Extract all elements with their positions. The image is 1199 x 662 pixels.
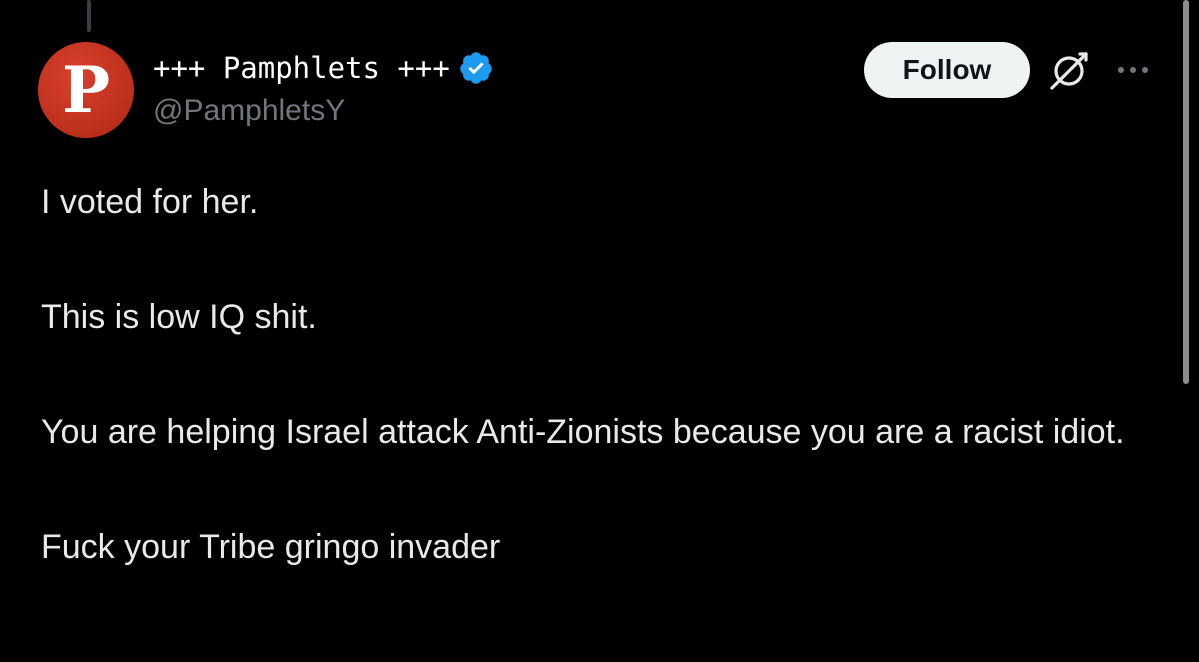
tweet-line: Fuck your Tribe gringo invader	[41, 528, 501, 566]
tweet-line: You are helping Israel attack Anti-Zioni…	[41, 413, 1125, 451]
scrollbar[interactable]	[1183, 0, 1189, 384]
avatar-letter: P	[61, 53, 111, 128]
tweet-line: This is low IQ shit.	[41, 298, 317, 336]
more-icon[interactable]	[1112, 58, 1154, 82]
author-handle[interactable]: @PamphletsY	[153, 94, 345, 128]
thread-connector-line	[87, 0, 91, 32]
tweet-body: I voted for her. This is low IQ shit. Yo…	[41, 174, 1161, 576]
follow-button[interactable]: Follow	[864, 42, 1030, 98]
author-name-row: +++ Pamphlets +++	[153, 48, 494, 88]
avatar[interactable]: P	[38, 42, 134, 138]
verified-badge-icon	[460, 52, 492, 84]
tweet-line: I voted for her.	[41, 183, 259, 221]
grok-icon[interactable]	[1046, 48, 1092, 94]
author-display-name[interactable]: +++ Pamphlets +++	[153, 51, 450, 85]
